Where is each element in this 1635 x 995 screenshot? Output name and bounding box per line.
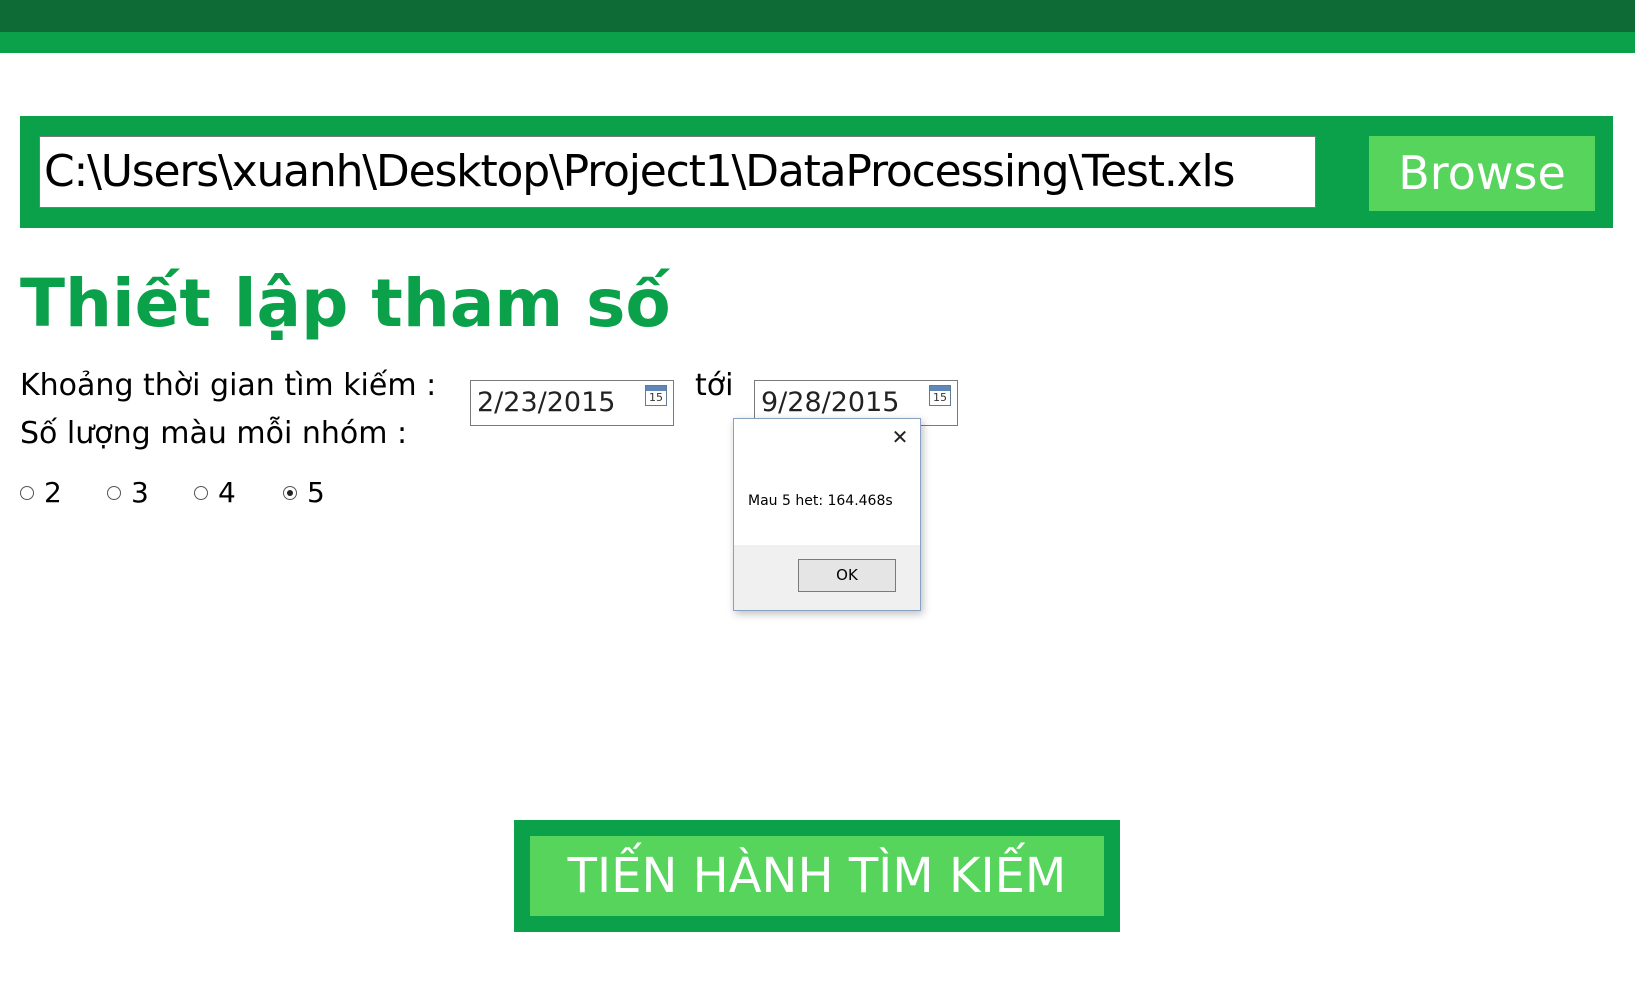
file-picker-panel: C:\Users\xuanh\Desktop\Project1\DataProc… [20, 116, 1613, 228]
message-dialog: ✕ Mau 5 het: 164.468s OK [733, 418, 921, 611]
search-button-frame: TIẾN HÀNH TÌM KIẾM [514, 820, 1120, 932]
radio-option-4[interactable]: 4 [194, 475, 254, 511]
dialog-footer: OK [734, 545, 920, 610]
calendar-day: 15 [649, 391, 663, 404]
radio-label: 3 [131, 476, 149, 509]
file-path-input[interactable]: C:\Users\xuanh\Desktop\Project1\DataProc… [39, 136, 1316, 208]
calendar-icon[interactable]: 15 [929, 385, 951, 406]
radio-circle[interactable] [20, 486, 34, 500]
header-accent-bar [0, 32, 1635, 53]
radio-circle[interactable] [194, 486, 208, 500]
radio-circle-selected[interactable] [283, 486, 297, 500]
browse-button[interactable]: Browse [1369, 136, 1595, 211]
title-bar [0, 0, 1635, 32]
calendar-icon[interactable]: 15 [645, 385, 667, 406]
radio-label: 2 [44, 476, 62, 509]
ok-button[interactable]: OK [798, 559, 896, 592]
from-date-picker[interactable]: 2/23/2015 15 [470, 380, 674, 426]
section-title: Thiết lập tham số [20, 265, 671, 342]
dialog-message: Mau 5 het: 164.468s [748, 493, 893, 509]
start-search-button[interactable]: TIẾN HÀNH TÌM KIẾM [530, 836, 1104, 916]
radio-option-3[interactable]: 3 [107, 475, 167, 511]
radio-option-5[interactable]: 5 [283, 475, 343, 511]
to-label: tới [695, 368, 734, 403]
calendar-day: 15 [933, 391, 947, 404]
radio-option-2[interactable]: 2 [20, 475, 80, 511]
to-date-value: 9/28/2015 [761, 387, 900, 418]
time-range-label: Khoảng thời gian tìm kiếm : [20, 368, 437, 403]
radio-circle[interactable] [107, 486, 121, 500]
colors-per-group-label: Số lượng màu mỗi nhóm : [20, 416, 408, 451]
radio-label: 4 [218, 476, 236, 509]
close-icon[interactable]: ✕ [888, 425, 912, 449]
radio-label: 5 [307, 476, 325, 509]
from-date-value: 2/23/2015 [477, 387, 616, 418]
